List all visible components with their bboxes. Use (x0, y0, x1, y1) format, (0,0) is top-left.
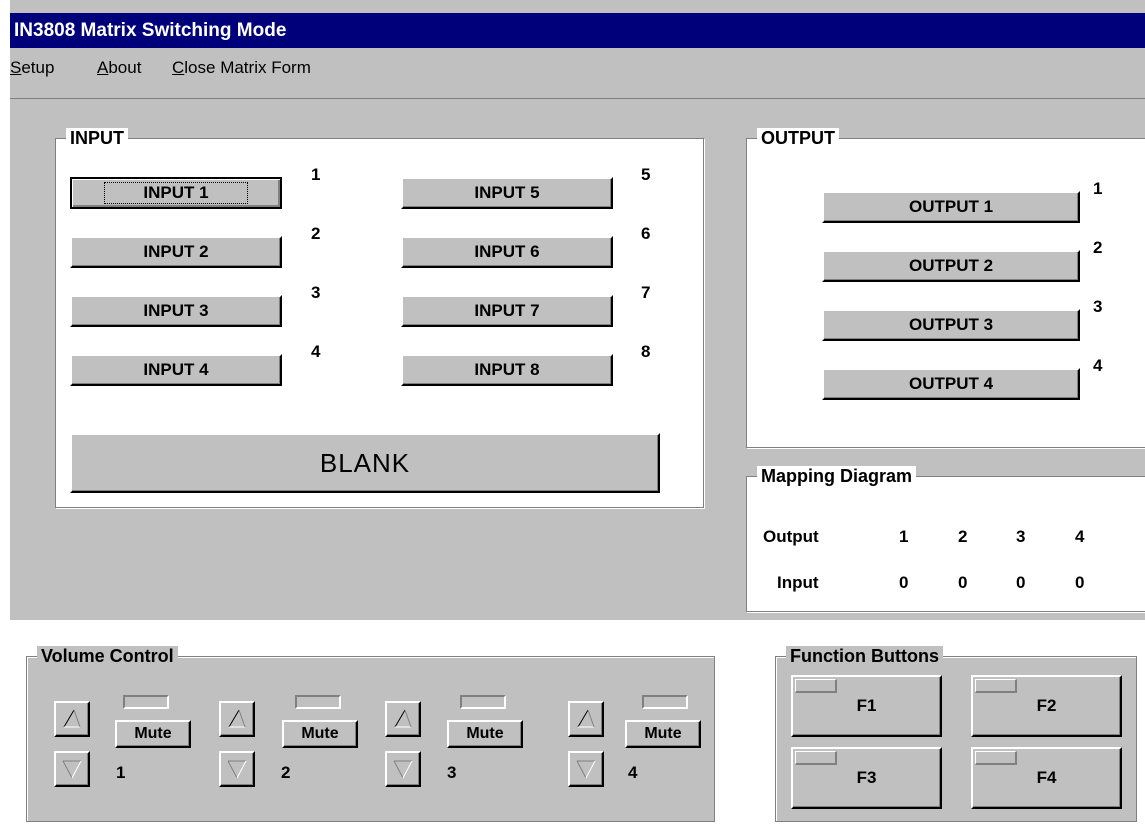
window-left-edge (0, 0, 10, 620)
input-number: 5 (641, 165, 651, 184)
input-5-button[interactable]: INPUT 5 (401, 177, 613, 209)
mute-indicator-4 (642, 695, 688, 709)
output-3-button[interactable]: OUTPUT 3 (822, 309, 1080, 341)
output-number: 2 (1093, 238, 1103, 257)
title-bar: IN3808 Matrix Switching Mode (10, 13, 1145, 48)
volume-down-button-3[interactable] (385, 751, 421, 787)
mute-indicator-1 (123, 695, 169, 709)
f1-label: F1 (856, 696, 877, 715)
f2-button[interactable]: F2 (971, 675, 1122, 737)
function-buttons-group: Function Buttons F1 F2 F3 F4 (775, 646, 1137, 822)
volume-down-button-4[interactable] (568, 751, 604, 787)
input-7-button[interactable]: INPUT 7 (401, 295, 613, 327)
channel-number-4: 4 (628, 763, 638, 782)
output-group-title: OUTPUT (757, 128, 839, 148)
input-number: 1 (311, 165, 321, 184)
volume-up-button-2[interactable] (219, 701, 255, 737)
mute-indicator-3 (460, 695, 506, 709)
input-number: 6 (641, 224, 651, 243)
mapping-group-title: Mapping Diagram (757, 466, 917, 486)
mapping-output-value: 3 (1016, 527, 1026, 546)
menu-about[interactable]: About (97, 58, 141, 78)
volume-down-button-2[interactable] (219, 751, 255, 787)
volume-up-button-4[interactable] (568, 701, 604, 737)
menu-bar: Setup About Close Matrix Form (10, 48, 1145, 99)
output-2-button[interactable]: OUTPUT 2 (822, 250, 1080, 282)
mapping-output-value: 4 (1075, 527, 1085, 546)
input-8-button[interactable]: INPUT 8 (401, 354, 613, 386)
input-4-button[interactable]: INPUT 4 (70, 354, 282, 386)
mapping-group: Mapping Diagram Output Input 1 2 3 4 0 0… (746, 466, 1145, 612)
f2-label: F2 (1036, 696, 1057, 715)
volume-down-button-1[interactable] (54, 751, 90, 787)
f4-indicator (975, 751, 1017, 765)
mapping-input-value: 0 (899, 573, 909, 592)
volume-down-icon (227, 760, 247, 779)
bottom-panel: Volume Control Mute 1 Mute 2 Mute 3 Mute (0, 620, 1145, 840)
volume-down-icon (62, 760, 82, 779)
mapping-input-label: Input (777, 573, 819, 592)
input-number: 2 (311, 224, 321, 243)
f4-button[interactable]: F4 (971, 747, 1122, 809)
input-group: INPUT INPUT 1 INPUT 2 INPUT 3 INPUT 4 IN… (55, 128, 704, 508)
output-1-button[interactable]: OUTPUT 1 (822, 191, 1080, 223)
mute-button-1[interactable]: Mute (115, 720, 191, 748)
f3-label: F3 (856, 768, 877, 787)
output-number: 4 (1093, 356, 1103, 375)
mapping-output-label: Output (763, 527, 819, 546)
volume-up-button-1[interactable] (54, 701, 90, 737)
f2-indicator (975, 679, 1017, 693)
input-number: 3 (311, 283, 321, 302)
output-number: 3 (1093, 297, 1103, 316)
channel-number-1: 1 (116, 763, 126, 782)
volume-up-icon (394, 709, 412, 728)
mapping-input-value: 0 (1075, 573, 1085, 592)
input-1-button[interactable]: INPUT 1 (70, 177, 282, 209)
input-6-button[interactable]: INPUT 6 (401, 236, 613, 268)
volume-down-icon (576, 760, 596, 779)
mute-button-3[interactable]: Mute (447, 720, 523, 748)
blank-button[interactable]: BLANK (70, 433, 660, 493)
mapping-output-value: 1 (899, 527, 909, 546)
channel-number-2: 2 (281, 763, 291, 782)
input-number: 4 (311, 342, 321, 361)
output-group: OUTPUT OUTPUT 1 OUTPUT 2 OUTPUT 3 OUTPUT… (746, 128, 1145, 448)
menu-setup[interactable]: Setup (10, 58, 54, 78)
volume-control-title: Volume Control (37, 646, 178, 666)
f3-button[interactable]: F3 (791, 747, 942, 809)
input-3-button[interactable]: INPUT 3 (70, 295, 282, 327)
input-2-button[interactable]: INPUT 2 (70, 236, 282, 268)
f4-label: F4 (1036, 768, 1057, 787)
output-4-button[interactable]: OUTPUT 4 (822, 368, 1080, 400)
mute-button-2[interactable]: Mute (282, 720, 358, 748)
f1-indicator (795, 679, 837, 693)
volume-up-icon (228, 709, 246, 728)
mute-button-4[interactable]: Mute (625, 720, 701, 748)
output-number: 1 (1093, 179, 1103, 198)
menu-close-matrix-form[interactable]: Close Matrix Form (172, 58, 311, 78)
mute-indicator-2 (295, 695, 341, 709)
mapping-output-value: 2 (958, 527, 968, 546)
volume-up-icon (577, 709, 595, 728)
volume-control-group: Volume Control Mute 1 Mute 2 Mute 3 Mute (26, 646, 715, 822)
mapping-input-value: 0 (958, 573, 968, 592)
f1-button[interactable]: F1 (791, 675, 942, 737)
volume-up-icon (63, 709, 81, 728)
mapping-input-value: 0 (1016, 573, 1026, 592)
input-group-title: INPUT (66, 128, 128, 148)
input-number: 8 (641, 342, 651, 361)
matrix-window: IN3808 Matrix Switching Mode Setup About… (0, 0, 1145, 840)
input-number: 7 (641, 283, 651, 302)
volume-up-button-3[interactable] (385, 701, 421, 737)
function-buttons-title: Function Buttons (786, 646, 943, 666)
f3-indicator (795, 751, 837, 765)
window-title: IN3808 Matrix Switching Mode (14, 20, 287, 41)
channel-number-3: 3 (447, 763, 457, 782)
volume-down-icon (393, 760, 413, 779)
